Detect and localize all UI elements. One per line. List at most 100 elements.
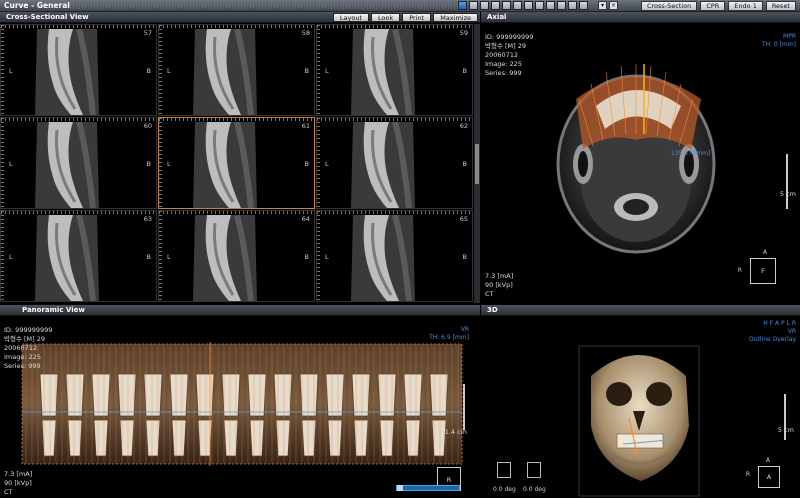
panoramic-scroll-knob[interactable] <box>397 485 403 491</box>
cross-section-slice-image <box>351 215 415 301</box>
axial-mode-info: MPR TH: 0 [mm] <box>762 33 796 49</box>
cell-slice-number: 59 <box>459 29 468 37</box>
cross-section-cell[interactable]: 65 L B <box>316 210 473 302</box>
view3d-orient-left: R <box>745 471 750 478</box>
cell-ruler-left <box>159 118 162 208</box>
cell-ruler-left <box>1 118 4 208</box>
view3d-overlay: Outline Overlay <box>749 336 796 343</box>
layout-7-button[interactable] <box>524 1 533 10</box>
cross-section-cell[interactable]: 61 L B <box>158 117 315 209</box>
cross-section-cell[interactable]: 58 L B <box>158 24 315 116</box>
cross-section-cell[interactable]: 59 L B <box>316 24 473 116</box>
panoramic-upper-tooth <box>117 373 137 417</box>
view3d-orient-center: A <box>766 473 772 481</box>
panoramic-upper-tooth <box>429 373 449 417</box>
layout-2-button[interactable] <box>469 1 478 10</box>
cell-lingual-label: L <box>167 253 171 262</box>
cross-section-slice-image <box>35 215 99 301</box>
cell-buccal-label: B <box>304 67 309 76</box>
panoramic-lower-tooth <box>327 419 343 457</box>
rotate-y-icon[interactable] <box>527 462 541 478</box>
axial-ma: 7.3 [mA] <box>485 272 514 280</box>
cell-ruler-left <box>1 25 4 115</box>
cell-ruler-left <box>1 211 4 301</box>
panoramic-upper-tooth <box>65 373 85 417</box>
cell-slice-number: 61 <box>301 122 310 130</box>
cell-slice-number: 58 <box>301 29 310 37</box>
cell-ruler-top <box>1 211 156 214</box>
cross-section-cell[interactable]: 63 L B <box>0 210 157 302</box>
axial-image-number: Image: 225 <box>485 60 523 68</box>
panoramic-orient-center: R <box>446 476 452 484</box>
cell-ruler-left <box>159 25 162 115</box>
panoramic-kvp: 90 [kVp] <box>4 479 32 487</box>
cross-section-grid[interactable]: 57 L B 58 L B 59 L B 60 L B 61 L B 62 L B 63 L B 64 L B 65 L B <box>0 24 474 303</box>
maximize-button[interactable]: Maximize <box>433 13 478 22</box>
axial-viewport[interactable]: ID: 999999999 박형수 [M] 29 20060712 Image:… <box>481 24 800 303</box>
look-button[interactable]: Look <box>371 13 401 22</box>
rotate-x-degrees: 0.0 deg <box>493 486 516 493</box>
cell-buccal-label: B <box>304 253 309 262</box>
layout-11-button[interactable] <box>568 1 577 10</box>
cross-section-slice-image <box>193 215 257 301</box>
cell-buccal-label: B <box>146 67 151 76</box>
cross-section-cell[interactable]: 60 L B <box>0 117 157 209</box>
cell-ruler-top <box>1 25 156 28</box>
layout-6-button[interactable] <box>513 1 522 10</box>
cell-lingual-label: L <box>325 67 329 76</box>
panoramic-acquisition-info: 7.3 [mA] 90 [kVp] CT <box>4 470 32 497</box>
panoramic-lower-tooth <box>249 419 265 457</box>
view3d-viewport[interactable]: H F A P L R VR Outline Overlay 5 cm A R … <box>481 316 800 498</box>
panoramic-id: ID: 999999999 <box>4 326 53 334</box>
panoramic-upper-tooth <box>299 373 319 417</box>
close-icon[interactable]: × <box>609 1 618 10</box>
layout-3-button[interactable] <box>480 1 489 10</box>
cell-ruler-top <box>317 211 472 214</box>
layout-4-button[interactable] <box>491 1 500 10</box>
cell-ruler-left <box>317 211 320 301</box>
axial-date: 20060712 <box>485 51 519 59</box>
panoramic-title: Panoramic View <box>22 306 85 314</box>
cross-section-cell[interactable]: 62 L B <box>316 117 473 209</box>
reset-button[interactable]: Reset <box>765 1 796 11</box>
panoramic-image-number: Image: 225 <box>4 353 42 361</box>
view3d-orientation-cube[interactable]: A <box>758 466 780 488</box>
axial-orientation-cube[interactable]: F <box>750 258 776 284</box>
panoramic-image <box>21 342 463 466</box>
cpr-button[interactable]: CPR <box>700 1 726 11</box>
panoramic-patient: 박형수 [M] 29 <box>4 335 46 343</box>
scrollbar-thumb[interactable] <box>475 144 479 184</box>
panoramic-mode: VR <box>460 326 469 333</box>
layout-10-button[interactable] <box>557 1 566 10</box>
layout-5-button[interactable] <box>502 1 511 10</box>
panoramic-upper-tooth <box>325 373 345 417</box>
panoramic-viewport[interactable]: ID: 999999999 박형수 [M] 29 20060712 Image:… <box>0 316 479 498</box>
panoramic-lower-tooth <box>405 419 421 457</box>
cross-section-scrollbar[interactable] <box>474 24 480 303</box>
panoramic-ma: 7.3 [mA] <box>4 470 33 478</box>
panoramic-upper-tooth <box>195 373 215 417</box>
cell-lingual-label: L <box>167 160 171 169</box>
panoramic-series: Series: 999 <box>4 362 41 370</box>
panoramic-upper-tooth <box>39 373 59 417</box>
title-bar: Curve - General ▾ × Cross-Section CPR En… <box>0 0 800 12</box>
minimize-icon[interactable]: ▾ <box>598 1 607 10</box>
panoramic-upper-tooth <box>143 373 163 417</box>
rotate-x-icon[interactable] <box>497 462 511 478</box>
cross-section-button[interactable]: Cross-Section <box>640 1 698 11</box>
view3d-orient-top: A <box>765 457 770 464</box>
layout-9-button[interactable] <box>546 1 555 10</box>
cross-section-cell[interactable]: 57 L B <box>0 24 157 116</box>
print-button[interactable]: Print <box>402 13 432 22</box>
panoramic-lower-tooth <box>171 419 187 457</box>
layout-button[interactable]: Layout <box>332 13 370 22</box>
layout-8-button[interactable] <box>535 1 544 10</box>
layout-12-button[interactable] <box>579 1 588 10</box>
endo-button[interactable]: Endo 1 <box>728 1 763 11</box>
cross-section-cell[interactable]: 64 L B <box>158 210 315 302</box>
axial-orient-left: R <box>737 267 742 274</box>
cell-ruler-top <box>317 25 472 28</box>
cell-lingual-label: L <box>9 160 13 169</box>
panoramic-scrollbar[interactable] <box>396 485 460 491</box>
layout-1-button[interactable] <box>458 1 467 10</box>
